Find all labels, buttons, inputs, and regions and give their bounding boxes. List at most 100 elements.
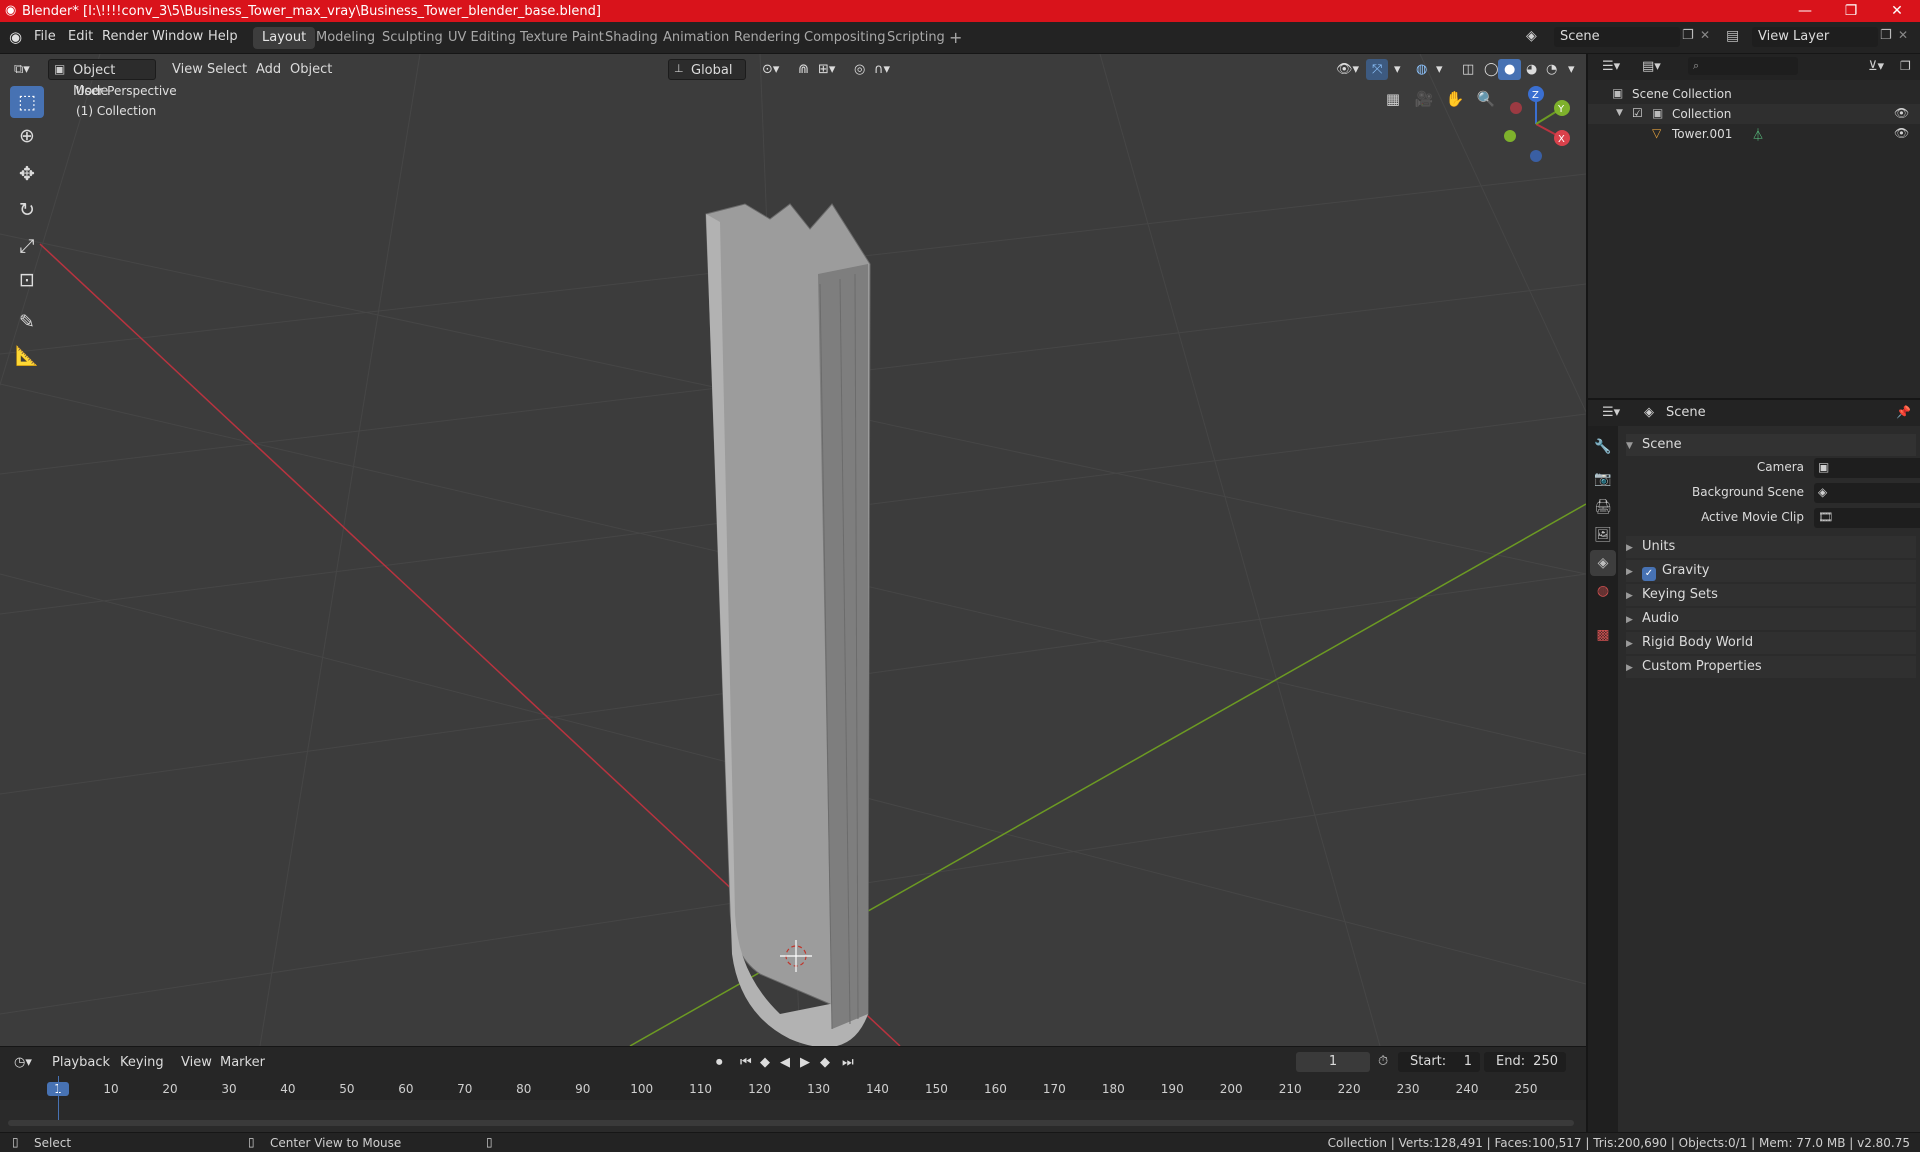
scene-name-field[interactable]: Scene [1554,27,1680,47]
measure-icon[interactable]: 📐 [10,340,44,372]
mesh-data-icon[interactable]: ⏃ [1752,126,1764,143]
visibility-icon[interactable]: 👁▾ [1330,59,1365,80]
subpanel-units[interactable]: ▶ Units [1626,536,1916,558]
viewport-menu-select[interactable]: Select [201,59,253,80]
eye-icon[interactable]: 👁 [1894,106,1909,120]
shading-dropdown-icon[interactable]: ▾ [1562,59,1581,80]
timeline-menu-marker[interactable]: Marker [214,1052,271,1073]
start-frame-field[interactable]: Start: 1 [1398,1052,1480,1072]
scene-panel-label: Scene [1642,437,1682,452]
units-label: Units [1642,539,1676,554]
scene-tab-icon[interactable]: ◈ [1590,550,1616,576]
add-workspace-button[interactable]: + [940,27,971,49]
next-keyframe-icon[interactable]: ◆ [814,1052,836,1073]
timeline-area[interactable]: 1102030405060708090100110120130140150160… [0,1076,1586,1132]
properties-editor-type-icon[interactable]: ☰▾ [1602,405,1620,420]
timeline-scrollbar[interactable] [8,1120,1574,1126]
prev-keyframe-icon[interactable]: ◆ [754,1052,776,1073]
transform-icon[interactable]: ⊡ [10,264,44,296]
scale-icon[interactable]: ⤢ [10,230,44,262]
pin-icon[interactable]: 📌 [1896,405,1911,419]
tab-layout[interactable]: Layout [253,27,316,49]
texture-tab-icon[interactable]: ▩ [1590,622,1616,648]
end-frame-field[interactable]: End: 250 [1484,1052,1566,1072]
maximize-button[interactable]: ❐ [1828,0,1874,22]
menu-file[interactable]: File [34,29,56,44]
play-icon[interactable]: ▶ [794,1052,816,1073]
xray-icon[interactable]: ◫ [1456,59,1480,80]
view-layer-browse-icon[interactable]: ▤ [1726,28,1739,44]
stopwatch-icon[interactable]: ⏱ [1378,1054,1388,1069]
scene-panel-header[interactable]: ▼ Scene [1626,434,1916,456]
viewport-menu-object[interactable]: Object [284,59,338,80]
render-tab-icon[interactable]: 📷 [1590,466,1616,492]
rotate-icon[interactable]: ↻ [10,194,44,226]
camera-field[interactable] [1814,458,1920,478]
outliner-editor-type-icon[interactable]: ☰▾ [1602,59,1620,74]
subpanel-audio[interactable]: ▶ Audio [1626,608,1916,630]
gravity-checkbox[interactable]: ✓ [1642,567,1656,581]
subpanel-rigid-body-world[interactable]: ▶ Rigid Body World [1626,632,1916,654]
background-scene-field[interactable] [1814,483,1920,503]
menu-render[interactable]: Render [102,29,148,44]
gizmo-toggle-icon[interactable]: ⤧ [1366,59,1389,80]
timeline-editor-type-icon[interactable]: ◷▾ [8,1052,38,1073]
menu-window[interactable]: Window [152,29,203,44]
frame-ruler[interactable]: 1102030405060708090100110120130140150160… [0,1076,1586,1100]
menu-edit[interactable]: Edit [68,29,93,44]
snap-target-icon[interactable]: ⊞▾ [812,59,841,80]
jump-end-icon[interactable]: ⏭ [836,1052,860,1073]
tool-tab-icon[interactable]: 🔧 [1590,434,1616,460]
annotate-icon[interactable]: ✎ [10,306,44,338]
view-layer-field[interactable]: View Layer [1752,27,1878,47]
world-tab-icon[interactable]: ◍ [1590,578,1616,604]
delete-view-layer-icon[interactable]: ✕ [1898,28,1908,42]
camera-view-icon[interactable]: 🎥 [1411,86,1437,112]
proportional-falloff-icon[interactable]: ∩▾ [868,59,896,80]
viewport-menu-add[interactable]: Add [250,59,287,80]
outliner-row-scene-collection[interactable]: ▣ Scene Collection [1588,84,1920,104]
pan-view-icon[interactable]: ✋ [1442,86,1468,112]
cursor-icon[interactable]: ⊕ [10,120,44,152]
view-layer-tab-icon[interactable]: 🖼 [1590,522,1616,548]
timeline-menu-keying[interactable]: Keying [114,1052,170,1073]
gizmo-dropdown-icon[interactable]: ▾ [1388,59,1407,80]
select-box-icon[interactable]: ⬚ [10,86,44,118]
gravity-label: Gravity [1662,563,1710,578]
overlay-dropdown-icon[interactable]: ▾ [1430,59,1449,80]
delete-scene-icon[interactable]: ✕ [1700,28,1710,42]
new-collection-icon[interactable]: ❐ [1900,59,1911,73]
current-frame-field[interactable]: 1 [1296,1052,1370,1072]
rendered-shading-icon[interactable]: ◔ [1540,59,1563,80]
minimize-button[interactable]: — [1782,0,1828,22]
3d-viewport[interactable]: ⧉▾ Object Mode ▣ View Select Add Object … [0,54,1586,1046]
scene-browse-icon[interactable]: ◈ [1526,28,1537,44]
filter-icon[interactable]: ⊻▾ [1868,59,1884,74]
subpanel-custom-properties[interactable]: ▶ Custom Properties [1626,656,1916,678]
subpanel-gravity[interactable]: ▶ ✓ Gravity [1626,560,1916,582]
close-window-button[interactable]: ✕ [1874,0,1920,22]
toggle-grid-icon[interactable]: ▦ [1380,86,1406,112]
pivot-point-icon[interactable]: ⊙▾ [756,59,785,80]
editor-type-icon[interactable]: ⧉▾ [8,59,36,80]
solid-shading-icon[interactable]: ● [1498,59,1522,80]
move-icon[interactable]: ✥ [10,158,44,190]
play-reverse-icon[interactable]: ◀ [774,1052,796,1073]
blender-menu-icon[interactable]: ◉ [9,28,22,46]
new-scene-icon[interactable]: ❐ [1682,28,1694,43]
expand-triangle-icon[interactable]: ▼ [1616,108,1623,118]
display-mode-icon[interactable]: ▤▾ [1642,59,1661,74]
eye-icon[interactable]: 👁 [1894,126,1909,140]
collection-checkbox-icon[interactable]: ☑ [1632,106,1643,120]
record-icon[interactable]: ⏺ [710,1052,729,1073]
outliner-row-tower[interactable]: ▽ Tower.001 ⏃ 👁 [1588,124,1920,144]
navigation-gizmo[interactable]: Z X Y [1496,84,1576,164]
output-tab-icon[interactable]: 🖨 [1590,494,1616,520]
new-view-layer-icon[interactable]: ❐ [1880,28,1892,43]
menu-help[interactable]: Help [208,29,238,44]
timeline-menu-playback[interactable]: Playback [46,1052,116,1073]
outliner-search-input[interactable] [1688,57,1798,75]
subpanel-keying-sets[interactable]: ▶ Keying Sets [1626,584,1916,606]
outliner-row-collection[interactable]: ▼ ☑ ▣ Collection 👁 [1588,104,1920,124]
timeline-menu-view[interactable]: View [175,1052,218,1073]
